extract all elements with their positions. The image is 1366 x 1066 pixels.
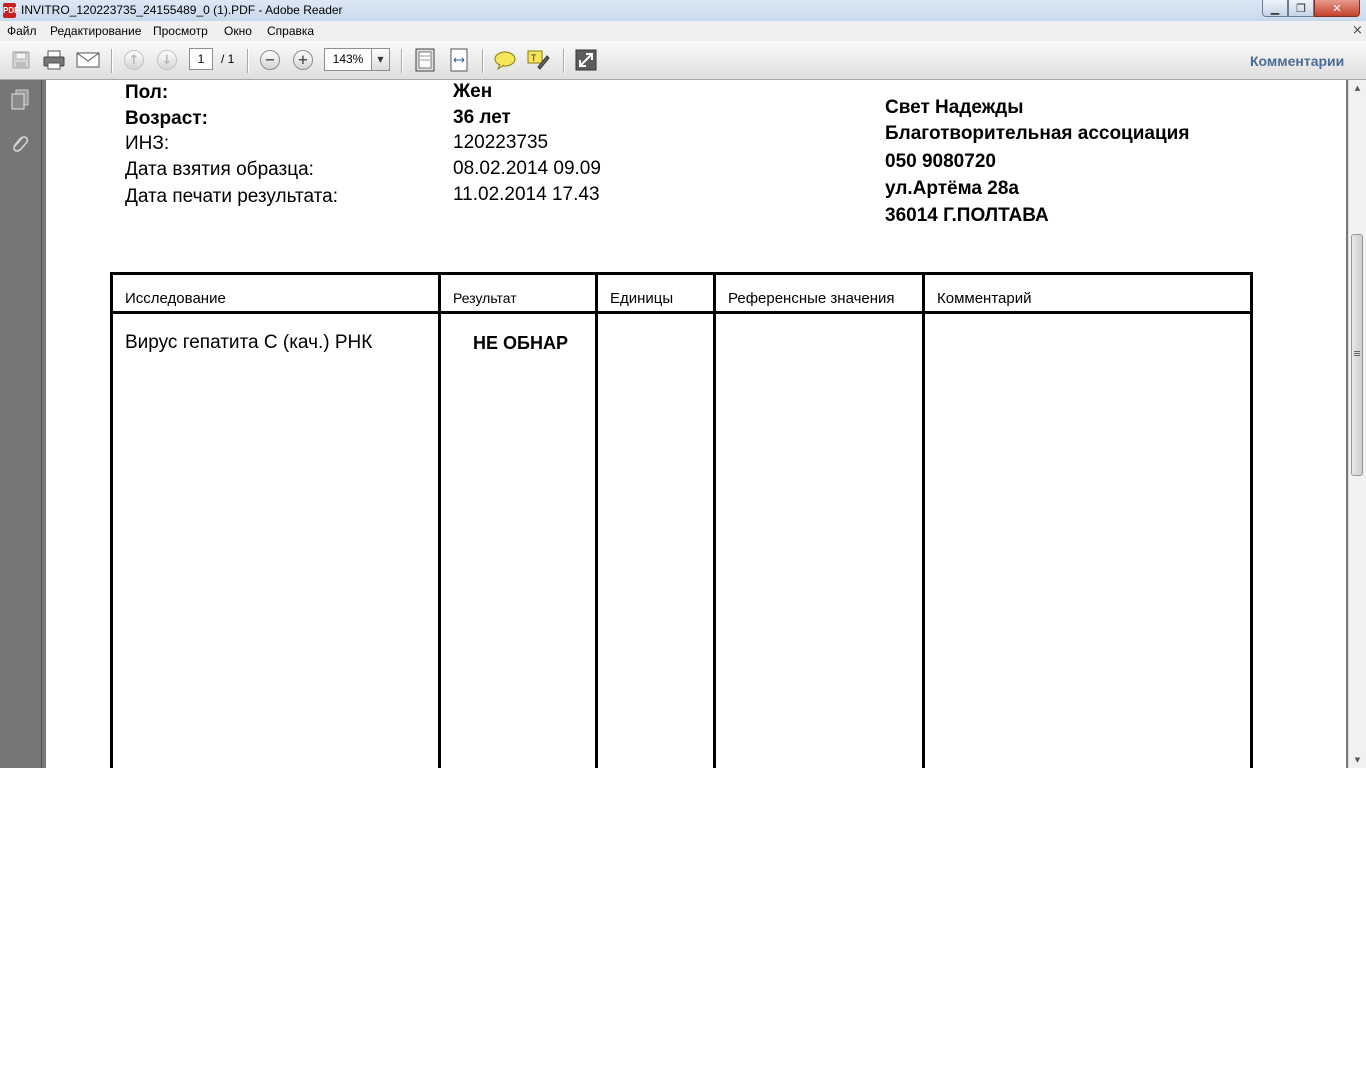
expand-icon xyxy=(575,49,597,71)
next-page-button[interactable]: ↓ xyxy=(155,49,179,71)
svg-text:T: T xyxy=(531,53,537,63)
arrow-up-icon: ↑ xyxy=(124,50,144,70)
highlight-text-button[interactable]: T xyxy=(526,49,550,71)
title-bar: PDF INVITRO_120223735_24155489_0 (1).PDF… xyxy=(0,0,1366,21)
sex-label: Пол: xyxy=(125,82,169,103)
adobe-pdf-icon: PDF xyxy=(3,3,19,18)
menu-file[interactable]: Файл xyxy=(7,24,37,38)
table-column-line xyxy=(595,272,598,768)
print-date-label: Дата печати результата: xyxy=(125,186,338,207)
org-name: Свет Надежды xyxy=(885,97,1024,118)
menu-help[interactable]: Справка xyxy=(267,24,314,38)
menu-edit[interactable]: Редактирование xyxy=(50,24,141,38)
full-screen-button[interactable] xyxy=(574,49,598,71)
header-units: Единицы xyxy=(610,290,674,307)
fit-page-button[interactable] xyxy=(413,48,437,72)
close-document-icon[interactable]: × xyxy=(1352,23,1363,38)
header-reference: Референсные значения xyxy=(728,290,895,307)
header-study: Исследование xyxy=(125,290,226,307)
table-column-line xyxy=(922,272,925,768)
attachments-panel-button[interactable] xyxy=(8,132,32,156)
table-column-line xyxy=(438,272,441,768)
vertical-scrollbar[interactable]: ▲ ▼ xyxy=(1348,80,1366,768)
toolbar-separator xyxy=(401,49,403,73)
toolbar-separator xyxy=(563,49,565,73)
plus-icon: + xyxy=(293,50,313,70)
table-column-line xyxy=(713,272,716,768)
zoom-dropdown-button[interactable]: ▼ xyxy=(371,48,390,71)
row-result: НЕ ОБНАР xyxy=(473,333,568,353)
highlighter-icon: T xyxy=(527,50,550,70)
window-title: INVITRO_120223735_24155489_0 (1).PDF - A… xyxy=(21,3,343,17)
pages-icon xyxy=(11,89,29,110)
zoom-level-input[interactable]: 143% xyxy=(324,48,372,71)
fit-width-button[interactable] xyxy=(447,48,471,72)
inz-value: 120223735 xyxy=(453,132,549,153)
scroll-up-arrow-icon[interactable]: ▲ xyxy=(1349,80,1366,96)
envelope-icon xyxy=(76,52,100,68)
page-total-label: / 1 xyxy=(221,52,235,66)
org-type: Благотворительная ассоциация xyxy=(885,123,1190,144)
org-phone: 050 9080720 xyxy=(885,151,996,172)
header-comment: Комментарий xyxy=(937,290,1032,307)
org-street: ул.Артёма 28а xyxy=(885,178,1019,199)
header-result: Результат xyxy=(453,290,517,306)
age-label: Возраст: xyxy=(125,108,208,129)
zoom-in-button[interactable]: + xyxy=(291,49,315,71)
maximize-button[interactable]: ❐ xyxy=(1288,0,1314,17)
arrow-down-icon: ↓ xyxy=(157,50,177,70)
sample-date-label: Дата взятия образца: xyxy=(125,159,314,180)
row-study: Вирус гепатита С (кач.) РНК xyxy=(125,332,373,353)
table-column-line xyxy=(1250,272,1253,768)
scroll-down-arrow-icon[interactable]: ▼ xyxy=(1349,752,1366,768)
age-value: 36 лет xyxy=(453,107,511,128)
pdf-page: Пол: Жен Возраст: 36 лет ИНЗ: 120223735 … xyxy=(46,80,1346,768)
email-button[interactable] xyxy=(76,49,100,71)
comments-panel-link[interactable]: Комментарии xyxy=(1250,53,1344,69)
zoom-out-button[interactable]: − xyxy=(258,49,282,71)
sex-value: Жен xyxy=(453,81,493,102)
printer-icon xyxy=(43,50,65,70)
menu-view[interactable]: Просмотр xyxy=(153,24,208,38)
org-city: 36014 Г.ПОЛТАВА xyxy=(885,205,1049,226)
scrollbar-thumb[interactable] xyxy=(1351,234,1363,476)
pages-panel-button[interactable] xyxy=(8,88,32,112)
previous-page-button[interactable]: ↑ xyxy=(122,49,146,71)
sample-date-value: 08.02.2014 09.09 xyxy=(453,158,601,179)
fit-width-icon xyxy=(450,48,468,72)
speech-bubble-icon xyxy=(494,51,516,70)
close-button[interactable]: ✕ xyxy=(1314,0,1360,17)
print-date-value: 11.02.2014 17.43 xyxy=(453,184,600,205)
toolbar-separator xyxy=(247,49,249,73)
print-button[interactable] xyxy=(42,49,66,71)
scrollbar-grip xyxy=(1354,351,1360,352)
menu-bar: Файл Редактирование Просмотр Окно Справк… xyxy=(0,21,1366,41)
minus-icon: − xyxy=(260,50,280,70)
table-header-border xyxy=(110,311,1253,314)
table-top-border xyxy=(110,272,1253,275)
save-button[interactable] xyxy=(9,49,33,71)
navigation-pane xyxy=(0,80,42,768)
page-number-input[interactable]: 1 xyxy=(189,48,213,70)
save-icon xyxy=(12,51,30,69)
fit-page-icon xyxy=(415,48,435,72)
inz-label: ИНЗ: xyxy=(125,133,170,154)
table-column-line xyxy=(110,272,113,768)
adobe-reader-window: PDF INVITRO_120223735_24155489_0 (1).PDF… xyxy=(0,0,1366,768)
paperclip-icon xyxy=(13,136,29,152)
toolbar-separator xyxy=(111,49,113,73)
minimize-button[interactable]: ▁ xyxy=(1262,0,1288,17)
add-sticky-note-button[interactable] xyxy=(493,49,517,71)
menu-window[interactable]: Окно xyxy=(224,24,252,38)
toolbar-separator xyxy=(482,49,484,73)
